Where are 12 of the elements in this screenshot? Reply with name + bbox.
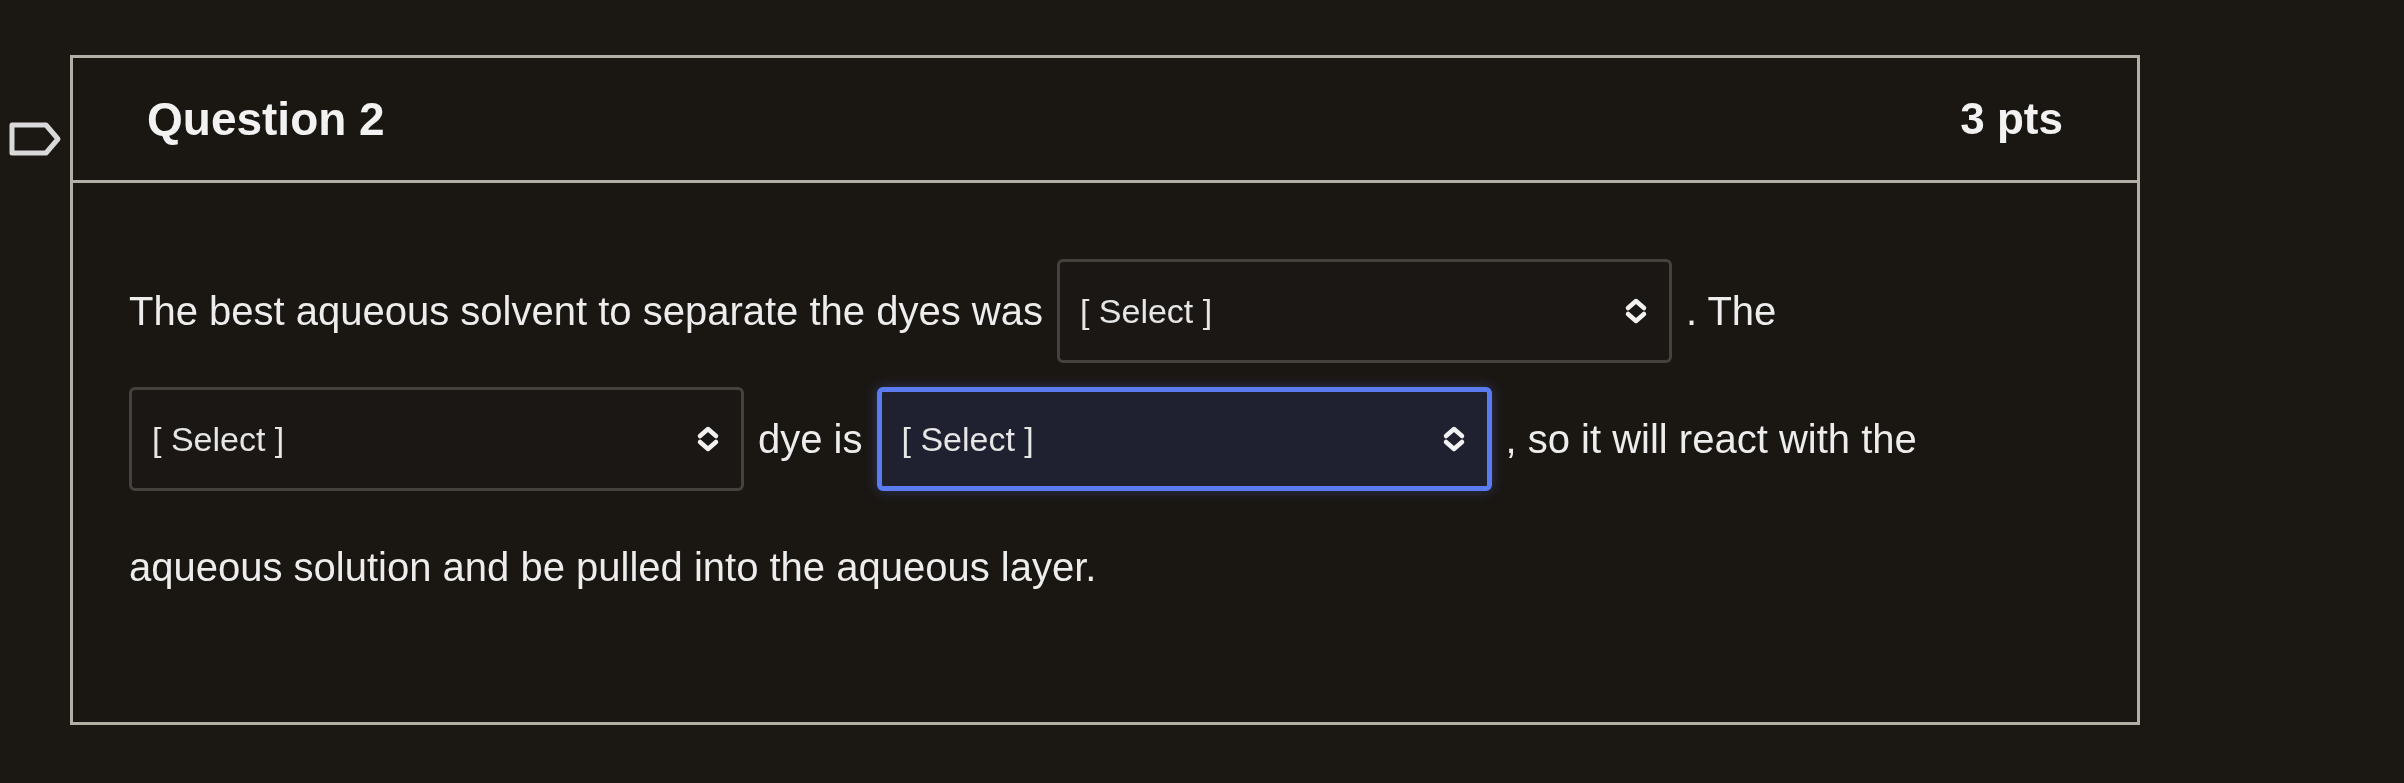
chevron-up-down-icon bbox=[695, 426, 721, 452]
question-text: aqueous solution and be pulled into the aqueous layer. bbox=[129, 544, 1097, 591]
flag-icon[interactable] bbox=[8, 121, 62, 157]
question-text: , so it will react with the bbox=[1505, 416, 1917, 463]
points-label: 3 pts bbox=[1960, 93, 2063, 145]
answer-select[interactable]: [ Select ] bbox=[129, 387, 744, 491]
question-text: . The bbox=[1685, 288, 1777, 335]
answer-select[interactable]: [ Select ] bbox=[1056, 259, 1672, 363]
answer-select[interactable]: [ Select ] bbox=[876, 387, 1492, 491]
question-title: Question 2 bbox=[147, 91, 385, 147]
question-text: dye is bbox=[758, 416, 863, 463]
question-text: The best aqueous solvent to separate the dyes was bbox=[129, 288, 1043, 335]
